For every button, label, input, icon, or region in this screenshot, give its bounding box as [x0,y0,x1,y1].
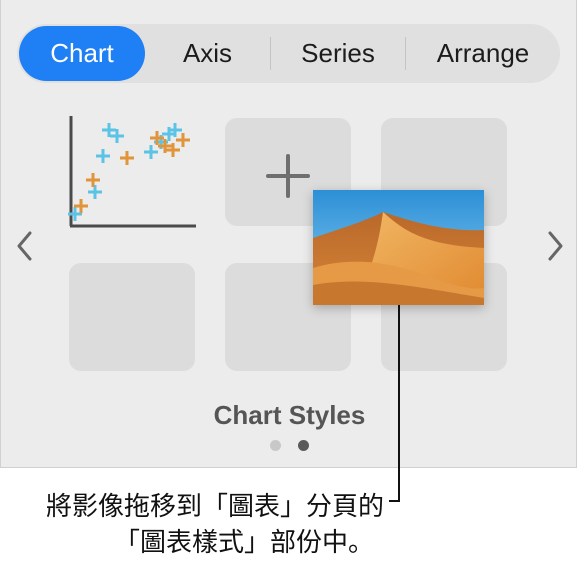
format-sidebar: Chart Axis Series Arrange Chart Styles [0,0,577,468]
tab-chart[interactable]: Chart [19,26,145,81]
callout-tick [389,500,400,502]
tab-series[interactable]: Series [271,24,405,83]
chevron-right-icon[interactable] [543,229,567,263]
page-dot-active[interactable] [298,440,309,451]
tab-axis[interactable]: Axis [145,24,270,83]
stage: Chart Axis Series Arrange Chart Styles 將… [0,0,577,561]
tab-bar: Chart Axis Series Arrange [17,24,560,83]
scatter-marker [96,149,110,163]
chevron-left-icon[interactable] [13,229,37,263]
page-dot[interactable] [270,440,281,451]
scatter-marker [88,185,102,199]
scatter-marker [144,145,158,159]
chart-style-empty[interactable] [69,263,195,371]
chart-style-scatter[interactable] [63,110,203,234]
section-title: Chart Styles [213,400,366,430]
scatter-style-thumbnail [68,116,196,228]
tab-arrange[interactable]: Arrange [406,24,560,83]
callout-line [398,305,400,501]
scatter-marker [176,133,190,147]
dragged-desert-image[interactable] [313,190,484,305]
scatter-marker [120,151,134,165]
scatter-marker [86,173,100,187]
caption-line-1: 將影像拖移到「圖表」分頁的 [46,492,385,522]
caption-line-2: 「圖表樣式」部份中。 [114,528,375,558]
scatter-series-orange [74,131,190,213]
